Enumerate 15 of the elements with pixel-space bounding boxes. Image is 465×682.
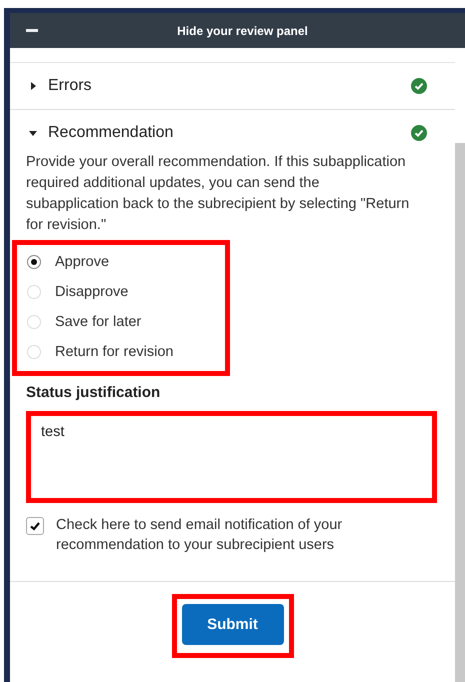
description-text: Provide your overall recommendation. If this subapplication required additional updates, you can send the subapplication back to the subrecipient by selecting "Return for revision." [26,153,410,235]
checkmark-icon [29,520,41,532]
panel-title: Hide your review panel [176,24,308,38]
radio-option[interactable]: Save for later [27,307,225,337]
submit-button[interactable]: Submit [182,604,284,645]
section-header[interactable]: Errors [10,63,455,110]
radio-option[interactable]: Return for revision [27,337,225,367]
radio-option[interactable]: Disapprove [27,277,225,307]
field-label: Status justification [26,384,162,401]
panel-header[interactable]: Hide your review panel [10,13,465,48]
notification-checkbox[interactable]: Check here to send email notification of your recommendation to your subrecipient users [26,515,445,555]
section-header[interactable]: Recommendation [10,110,455,156]
radio-option[interactable]: Approve [27,247,225,277]
scrollbar[interactable] [455,143,465,682]
collapse-icon [26,29,38,32]
